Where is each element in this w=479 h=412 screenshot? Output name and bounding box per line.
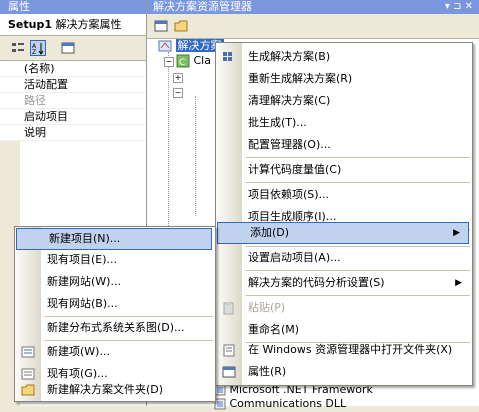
menu-item-label: 设置启动项目(A)...	[248, 251, 341, 264]
menu-item-label: 项目依赖项(S)...	[248, 188, 330, 201]
menu-paste[interactable]: 粘贴(P)	[216, 297, 470, 319]
prop-row-path[interactable]: 路径	[0, 93, 146, 109]
new-item-icon	[21, 346, 35, 358]
menu-separator	[246, 182, 470, 183]
tree-item-project[interactable]: C Cla	[176, 53, 211, 69]
menu-code-analysis-settings[interactable]: 解决方案的代码分析设置(S) ▶	[216, 272, 470, 294]
menu-code-metrics[interactable]: 计算代码度量值(C)	[216, 159, 470, 181]
submenu-new-website[interactable]: 新建网站(W)...	[15, 271, 213, 293]
menu-item-label: 新建网站(W)...	[47, 275, 121, 288]
prop-row-description[interactable]: 说明	[0, 125, 146, 141]
property-pages-icon[interactable]	[60, 40, 76, 56]
alphabetical-icon[interactable]: AZ	[30, 40, 46, 56]
menu-item-label: 属性(R)	[248, 365, 287, 378]
tree-line	[195, 96, 196, 216]
collapse-icon[interactable]: −	[173, 88, 183, 98]
submenu-existing-project[interactable]: 现有项目(E)...	[15, 249, 213, 271]
menu-item-label: 添加(D)	[250, 226, 290, 239]
solution-explorer-title: 解决方案资源管理器 ▾ ⊐ ✕	[147, 0, 479, 14]
properties-toolbar: AZ	[0, 36, 146, 61]
menu-item-label: 新建项目(N)...	[49, 232, 121, 245]
prop-row-name[interactable]: (名称)	[0, 61, 146, 77]
menu-add[interactable]: 添加(D) ▶	[217, 222, 469, 244]
solution-properties-icon[interactable]	[153, 18, 169, 34]
menu-configuration-manager[interactable]: 配置管理器(O)...	[216, 134, 470, 156]
menu-build-solution[interactable]: 生成解决方案(B)	[216, 46, 470, 68]
submenu-existing-website[interactable]: 现有网站(B)...	[15, 293, 213, 315]
menu-rebuild-solution[interactable]: 重新生成解决方案(R)	[216, 68, 470, 90]
menu-set-startup-projects[interactable]: 设置启动项目(A)...	[216, 247, 470, 269]
menu-item-label: 批生成(T)...	[248, 116, 307, 129]
show-all-files-icon[interactable]	[173, 18, 189, 34]
menu-item-label: 重命名(M)	[248, 323, 300, 336]
menu-item-label: 现有项目(E)...	[47, 253, 118, 266]
menu-separator	[246, 270, 470, 271]
object-type: 解决方案属性	[55, 18, 122, 31]
prop-row-active-config[interactable]: 活动配置	[0, 77, 146, 93]
properties-icon	[222, 366, 236, 378]
paste-icon	[223, 302, 234, 315]
categorized-icon[interactable]	[10, 40, 26, 56]
menu-rename[interactable]: 重命名(M)	[216, 319, 470, 341]
menu-project-dependencies[interactable]: 项目依赖项(S)...	[216, 184, 470, 206]
svg-text:C: C	[179, 58, 185, 68]
window-controls-icon[interactable]: ▾ ⊐ ✕	[445, 0, 473, 14]
menu-item-label: 新建解决方案文件夹(D)	[47, 383, 164, 396]
tree-item-project-label: Cla	[193, 54, 211, 67]
submenu-new-distributed-diagram[interactable]: 新建分布式系统关系图(D)...	[15, 317, 213, 339]
menu-item-label: 清理解决方案(C)	[248, 94, 331, 107]
solution-explorer-toolbar	[147, 14, 479, 39]
add-submenu: 新建项目(N)... 现有项目(E)... 新建网站(W)... 现有网站(B)…	[14, 226, 216, 402]
menu-item-label: 重新生成解决方案(R)	[248, 72, 353, 85]
menu-item-label: 新建分布式系统关系图(D)...	[47, 321, 185, 334]
open-folder-icon	[223, 344, 235, 357]
menu-properties[interactable]: 属性(R)	[216, 361, 470, 383]
submenu-new-project[interactable]: 新建项目(N)...	[16, 228, 212, 250]
tree-item-reference-label: Communications DLL	[229, 397, 347, 410]
submenu-new-item[interactable]: 新建项(W)...	[15, 341, 213, 363]
solution-icon	[158, 40, 172, 52]
menu-item-label: 生成解决方案(B)	[248, 50, 331, 63]
tree-item-solution[interactable]: 解决方案	[158, 38, 224, 54]
menu-item-label: 在 Windows 资源管理器中打开文件夹(X)	[248, 343, 453, 356]
tree-item-reference[interactable]: Communications DLL	[214, 396, 346, 412]
prop-row-startup-project[interactable]: 启动项目	[0, 109, 146, 125]
svg-text:Z: Z	[32, 49, 36, 55]
submenu-arrow-icon: ▶	[453, 228, 460, 238]
menu-item-label: 新建项(W)...	[47, 345, 110, 358]
build-icon	[223, 52, 232, 61]
menu-separator	[246, 157, 470, 158]
object-name: Setup1	[8, 18, 52, 31]
solution-context-menu: 生成解决方案(B) 重新生成解决方案(R) 清理解决方案(C) 批生成(T)..…	[215, 42, 473, 386]
menu-separator	[246, 295, 470, 296]
submenu-new-solution-folder[interactable]: 新建解决方案文件夹(D)	[15, 379, 213, 401]
menu-item-label: 计算代码度量值(C)	[248, 163, 342, 176]
menu-item-label: 现有网站(B)...	[47, 297, 118, 310]
project-icon: C	[176, 54, 190, 68]
tree-line	[168, 52, 169, 232]
collapse-icon[interactable]: −	[164, 57, 174, 67]
solution-explorer-title-text: 解决方案资源管理器	[153, 0, 252, 13]
menu-item-label: 粘贴(P)	[248, 301, 286, 314]
properties-object-selector[interactable]: Setup1 解决方案属性	[0, 14, 146, 36]
menu-item-label: 配置管理器(O)...	[248, 138, 331, 151]
menu-batch-build[interactable]: 批生成(T)...	[216, 112, 470, 134]
menu-open-in-explorer[interactable]: 在 Windows 资源管理器中打开文件夹(X)	[216, 339, 470, 361]
submenu-arrow-icon: ▶	[455, 278, 462, 288]
solution-folder-icon	[21, 384, 35, 396]
properties-title: 属性	[0, 0, 146, 14]
expand-icon[interactable]: +	[173, 73, 183, 83]
menu-clean-solution[interactable]: 清理解决方案(C)	[216, 90, 470, 112]
menu-item-label: 解决方案的代码分析设置(S)	[248, 276, 385, 289]
